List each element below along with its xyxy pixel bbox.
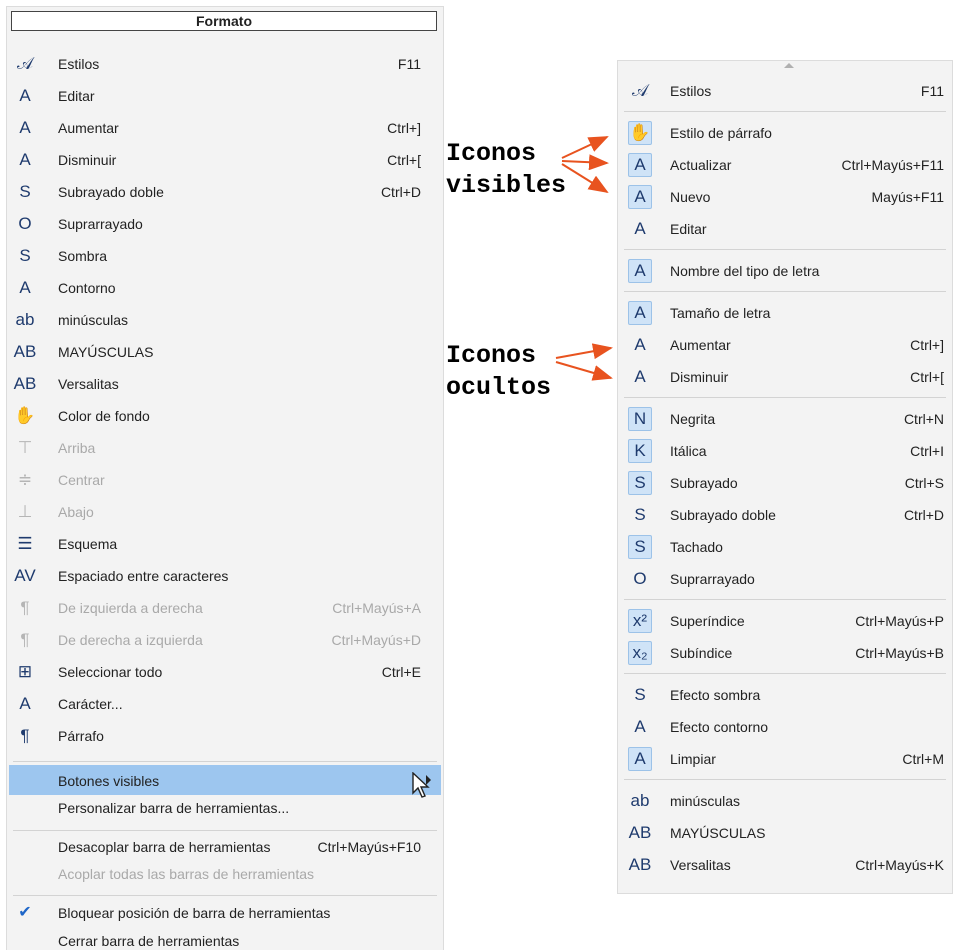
arrow-to-disminuir [555,361,613,381]
annotation-arrows [555,136,613,381]
arrow-to-nuevo [561,163,609,194]
arrow-to-aumentar [555,343,613,360]
arrow-to-actualizar [561,154,609,171]
arrow-to-estilo-parrafo [561,136,609,159]
